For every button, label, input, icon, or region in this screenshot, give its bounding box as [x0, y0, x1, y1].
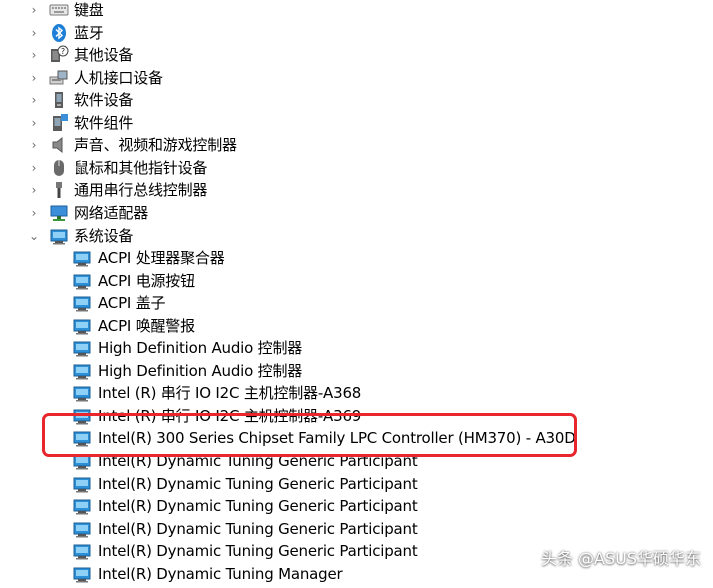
- category-label: 蓝牙: [74, 23, 104, 42]
- device-row[interactable]: High Definition Audio 控制器: [0, 360, 600, 382]
- system-device-icon: [72, 316, 92, 336]
- category-label: 声音、视频和游戏控制器: [74, 136, 237, 155]
- category-row[interactable]: › 通用串行总线控制器: [0, 179, 600, 201]
- hid-icon: [49, 68, 69, 88]
- device-label: ACPI 唤醒警报: [98, 316, 195, 335]
- device-row[interactable]: ACPI 盖子: [0, 292, 600, 314]
- category-label: 鼠标和其他指针设备: [74, 158, 208, 177]
- device-row[interactable]: Intel (R) 串行 IO I2C 主机控制器-A369: [0, 405, 600, 427]
- chevron-down-icon[interactable]: ⌄: [28, 228, 40, 244]
- chevron-right-icon[interactable]: ›: [28, 205, 40, 221]
- chevron-right-icon[interactable]: ›: [28, 160, 40, 176]
- device-label: Intel(R) Dynamic Tuning Generic Particip…: [98, 474, 418, 493]
- system-device-icon: [72, 248, 92, 268]
- device-manager-tree: › 键盘 › 蓝牙 ›? 其他设备 › 人机接口设备 › 软件设备 › 软件组件 › 声音、视频和游戏控制…: [0, 0, 713, 585]
- category-row[interactable]: › 鼠标和其他指针设备: [0, 157, 600, 179]
- device-label: Intel(R) Dynamic Tuning Generic Particip…: [98, 542, 418, 561]
- device-row[interactable]: ACPI 处理器聚合器: [0, 247, 600, 269]
- device-row[interactable]: Intel(R) Dynamic Tuning Generic Particip…: [0, 495, 600, 517]
- system-device-icon: [72, 541, 92, 561]
- category-label: 通用串行总线控制器: [74, 181, 208, 200]
- category-label: 其他设备: [74, 46, 134, 65]
- device-row[interactable]: Intel(R) Dynamic Tuning Generic Particip…: [0, 540, 600, 562]
- device-label: ACPI 电源按钮: [98, 271, 195, 290]
- chevron-right-icon[interactable]: ›: [28, 47, 40, 63]
- device-label: ACPI 盖子: [98, 294, 166, 313]
- device-label: Intel(R) Dynamic Tuning Generic Particip…: [98, 497, 418, 516]
- device-row[interactable]: Intel(R) 300 Series Chipset Family LPC C…: [0, 427, 600, 449]
- system-device-icon: [72, 519, 92, 539]
- category-row[interactable]: › 蓝牙: [0, 22, 600, 44]
- unknown-device-icon: ?: [49, 45, 69, 65]
- chevron-right-icon[interactable]: ›: [28, 25, 40, 41]
- system-device-icon: [72, 474, 92, 494]
- device-label: ACPI 处理器聚合器: [98, 249, 225, 268]
- category-label: 软件组件: [74, 113, 134, 132]
- speaker-icon: [49, 135, 69, 155]
- device-label: Intel(R) Dynamic Tuning Generic Particip…: [98, 519, 418, 538]
- device-label: Intel (R) 串行 IO I2C 主机控制器-A369: [98, 406, 362, 425]
- software-component-icon: [49, 113, 69, 133]
- category-label: 人机接口设备: [74, 68, 163, 87]
- system-device-icon: [72, 406, 92, 426]
- device-row[interactable]: Intel(R) Dynamic Tuning Generic Particip…: [0, 450, 600, 472]
- category-row[interactable]: › 软件组件: [0, 112, 600, 134]
- chevron-right-icon[interactable]: ›: [28, 70, 40, 86]
- chevron-right-icon[interactable]: ›: [28, 182, 40, 198]
- chevron-right-icon[interactable]: ›: [28, 92, 40, 108]
- category-label: 网络适配器: [74, 204, 149, 222]
- device-row[interactable]: Intel(R) Dynamic Tuning Generic Particip…: [0, 518, 600, 540]
- system-device-icon: [72, 338, 92, 358]
- device-label: High Definition Audio 控制器: [98, 361, 303, 380]
- device-row[interactable]: Intel(R) Dynamic Tuning Generic Particip…: [0, 473, 600, 495]
- system-device-icon: [72, 293, 92, 313]
- device-row[interactable]: Intel (R) 串行 IO I2C 主机控制器-A368: [0, 382, 600, 404]
- chevron-right-icon[interactable]: ›: [28, 2, 40, 18]
- system-device-icon: [72, 564, 92, 584]
- category-label: 系统设备: [74, 226, 134, 245]
- category-row[interactable]: ⌄ 系统设备: [0, 225, 600, 247]
- system-device-icon: [72, 383, 92, 403]
- system-device-icon: [72, 451, 92, 471]
- device-label: Intel (R) 串行 IO I2C 主机控制器-A368: [98, 384, 362, 403]
- category-row[interactable]: › 网络适配器: [0, 202, 600, 224]
- category-row[interactable]: › 键盘: [0, 0, 600, 21]
- category-row[interactable]: › 声音、视频和游戏控制器: [0, 134, 600, 156]
- chevron-right-icon[interactable]: ›: [28, 115, 40, 131]
- system-device-icon: [72, 428, 92, 448]
- category-row[interactable]: › 软件设备: [0, 89, 600, 111]
- system-device-icon: [72, 361, 92, 381]
- device-row[interactable]: ACPI 唤醒警报: [0, 315, 600, 337]
- network-adapter-icon: [49, 203, 69, 223]
- usb-icon: [49, 180, 69, 200]
- system-device-icon: [72, 496, 92, 516]
- device-label: High Definition Audio 控制器: [98, 339, 303, 358]
- device-row[interactable]: Intel(R) Dynamic Tuning Manager: [0, 563, 600, 585]
- device-row[interactable]: High Definition Audio 控制器: [0, 337, 600, 359]
- device-label: Intel(R) Dynamic Tuning Manager: [98, 564, 343, 583]
- chevron-right-icon[interactable]: ›: [28, 137, 40, 153]
- system-device-icon: [49, 226, 69, 246]
- category-row[interactable]: › 人机接口设备: [0, 67, 600, 89]
- bluetooth-icon: [49, 23, 69, 43]
- category-label: 软件设备: [74, 91, 134, 110]
- system-device-icon: [72, 271, 92, 291]
- keyboard-icon: [49, 0, 69, 20]
- device-row[interactable]: ACPI 电源按钮: [0, 270, 600, 292]
- mouse-icon: [49, 158, 69, 178]
- category-label: 键盘: [74, 1, 104, 19]
- software-device-icon: [49, 90, 69, 110]
- watermark: 头条 @ASUS华硕华东: [540, 549, 701, 568]
- svg-text:?: ?: [61, 47, 65, 56]
- device-label: Intel(R) 300 Series Chipset Family LPC C…: [98, 429, 576, 448]
- device-label: Intel(R) Dynamic Tuning Generic Particip…: [98, 452, 418, 470]
- category-row[interactable]: ›? 其他设备: [0, 44, 600, 66]
